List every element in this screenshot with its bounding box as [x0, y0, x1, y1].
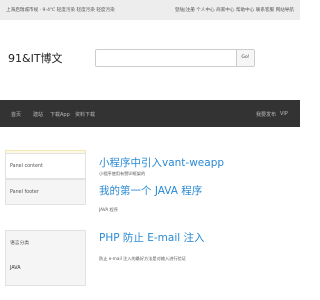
- top-bar-info: 上海启瑞城市规 · 9-4℃ 轻度污染 轻度污染 轻度污染: [6, 8, 115, 13]
- article-summary: 防止 e-mail 注入的最好方法是对输入进行验证: [99, 256, 186, 261]
- nav-item-home[interactable]: 首页: [11, 111, 21, 118]
- article-title[interactable]: 小程序中引入vant-weapp: [99, 155, 224, 170]
- panel-footer: Panel footer: [5, 179, 86, 205]
- article-title[interactable]: PHP 防止 E-mail 注入: [99, 230, 205, 245]
- article-title[interactable]: 我的第一个 JAVA 程序: [99, 183, 202, 198]
- article-summary: 小程序使用有赞UI框架的: [99, 171, 146, 176]
- nav-item-build[interactable]: 建站: [33, 111, 43, 118]
- panel-content: Panel content: [5, 153, 86, 179]
- main-nav: 首页 建站 下载App 资料下载 我要发布 VIP: [0, 100, 300, 127]
- category-item-java[interactable]: JAVA: [10, 266, 21, 271]
- site-logo[interactable]: 91&IT博文: [8, 50, 63, 66]
- panel-footer-text: Panel footer: [10, 190, 39, 195]
- category-panel: 语言分类 JAVA: [5, 230, 86, 286]
- panel-content-text: Panel content: [10, 164, 43, 169]
- top-bar-links[interactable]: 登陆|注册 个人中心 商家中心 帮助中心 联系客服 网站导航: [175, 7, 294, 13]
- nav-item-download-app[interactable]: 下载App: [50, 111, 70, 118]
- search-box: Go!: [95, 49, 255, 72]
- top-bar: 上海启瑞城市规 · 9-4℃ 轻度污染 轻度污染 轻度污染 登陆|注册 个人中心…: [0, 0, 300, 20]
- search-input[interactable]: [96, 56, 236, 72]
- article-summary: JAVA 程序: [99, 207, 118, 212]
- nav-item-resources[interactable]: 资料下载: [75, 111, 95, 118]
- search-button[interactable]: Go!: [236, 50, 254, 66]
- nav-item-vip[interactable]: VIP: [280, 111, 288, 117]
- nav-item-publish[interactable]: 我要发布: [256, 111, 276, 118]
- category-title: 语言分类: [10, 241, 30, 246]
